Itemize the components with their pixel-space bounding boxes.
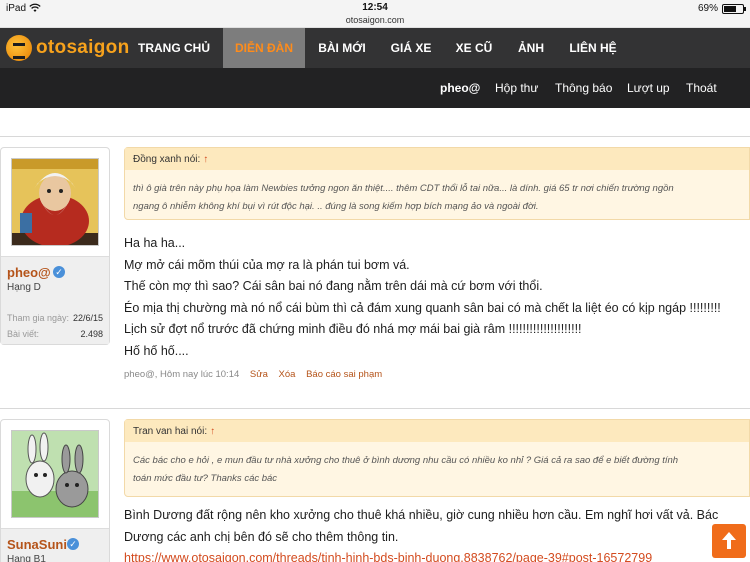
- post-meta: pheo@, Hôm nay lúc 10:14 Sửa Xóa Báo cáo…: [124, 369, 382, 380]
- message-line: Hố hố hố....: [124, 343, 189, 358]
- battery-icon: [722, 4, 746, 14]
- joined-value: 22/6/15: [72, 313, 103, 323]
- thread-link[interactable]: https://www.otosaigon.com/threads/tinh-h…: [124, 548, 750, 562]
- quote-body: Các bác cho e hỏi , e mun đầu tư nhà xưở…: [125, 442, 749, 498]
- edit-link[interactable]: Sửa: [250, 369, 268, 380]
- nav-trang-chu[interactable]: TRANG CHỦ: [128, 28, 220, 68]
- nav-gia-xe[interactable]: GIÁ XE: [380, 28, 442, 68]
- message-line: Éo mịa thị chường mà nó nổ cái bùm thì c…: [124, 300, 721, 315]
- message-line: Ha ha ha...: [124, 236, 186, 250]
- ups-link[interactable]: Lượt up: [627, 81, 670, 95]
- battery-percent: 69%: [697, 3, 718, 14]
- user-info-details: SunaSuni ✓ Hạng B1: [1, 528, 109, 562]
- nav-xe-cu[interactable]: XE CŨ: [446, 28, 502, 68]
- nav-bai-moi[interactable]: BÀI MỚI: [308, 28, 376, 68]
- quote-author: Đồng xanh nói:: [133, 154, 201, 165]
- quote-block: Đồng xanh nói: ↑ thì ô già trên này phụ h…: [124, 147, 750, 220]
- post-message: Ha ha ha... Mợ mở cái mõm thúi của mợ ra…: [124, 233, 750, 362]
- scroll-to-top-button[interactable]: [712, 524, 746, 558]
- joined-row: Tham gia ngày: 22/6/15: [7, 313, 103, 323]
- address-bar-url[interactable]: otosaigon.com: [0, 15, 750, 25]
- account-nav: pheo@ Hộp thư Thông báo Lượt up Thoát: [0, 68, 750, 108]
- inbox-link[interactable]: Hộp thư: [495, 81, 538, 95]
- nav-anh[interactable]: ẢNH: [506, 28, 556, 68]
- quote-header: Đồng xanh nói: ↑: [125, 148, 749, 170]
- post-count-value: 2.498: [80, 329, 103, 339]
- nav-dien-dan[interactable]: DIỄN ĐÀN: [223, 28, 305, 68]
- poster-username[interactable]: pheo@: [7, 265, 51, 280]
- report-link[interactable]: Báo cáo sai phạm: [306, 369, 382, 380]
- avatar[interactable]: [11, 430, 99, 518]
- message-line: Dương các anh chị bên đó sẽ cho thêm thô…: [124, 529, 399, 544]
- poster-username[interactable]: SunaSuni: [7, 537, 67, 552]
- user-info-box: pheo@ ✓ Hạng D Tham gia ngày: 22/6/15 Bà…: [0, 147, 110, 345]
- account-username[interactable]: pheo@: [440, 81, 480, 95]
- user-info-box: SunaSuni ✓ Hạng B1: [0, 419, 110, 562]
- logo-text: otosaigon: [36, 37, 130, 58]
- quote-line: toán mức đầu tư? Thanks các bác: [133, 473, 278, 484]
- forum-post: pheo@ ✓ Hạng D Tham gia ngày: 22/6/15 Bà…: [0, 136, 750, 400]
- nav-lien-he[interactable]: LIÊN HỆ: [560, 28, 626, 68]
- post-count-row: Bài viết: 2.498: [7, 329, 103, 339]
- post-info: pheo@, Hôm nay lúc 10:14: [124, 369, 240, 380]
- verified-badge-icon: ✓: [67, 538, 79, 550]
- message-line: Bình Dương đất rộng nên kho xưởng cho th…: [124, 508, 719, 522]
- quote-body: thì ô già trên này phụ họa làm Newbies t…: [125, 170, 749, 226]
- quote-block: Tran van hai nói: ↑ Các bác cho e hỏi , e…: [124, 419, 750, 497]
- quote-line: thì ô già trên này phụ họa làm Newbies t…: [133, 183, 674, 194]
- post-count-label: Bài viết:: [7, 329, 40, 339]
- main-nav: otosaigon TRANG CHỦ DIỄN ĐÀN BÀI MỚI GIÁ…: [0, 28, 750, 68]
- quote-line: ngang ô nhiễm không khí bụi vì rút độc h…: [133, 201, 539, 212]
- post-message: Bình Dương đất rộng nên kho xưởng cho th…: [124, 505, 750, 562]
- jump-to-quote-icon[interactable]: ↑: [203, 154, 208, 165]
- quote-author: Tran van hai nói:: [133, 426, 208, 437]
- notifications-link[interactable]: Thông báo: [555, 81, 612, 95]
- clock: 12:54: [362, 2, 388, 13]
- message-line: Thế còn mợ thì sao? Cái sân bai nó đang …: [124, 279, 543, 293]
- forum-post: SunaSuni ✓ Hạng B1 Tran van hai nói: ↑ Cá…: [0, 408, 750, 562]
- verified-badge-icon: ✓: [53, 266, 65, 278]
- quote-line: Các bác cho e hỏi , e mun đầu tư nhà xưở…: [133, 455, 679, 466]
- avatar[interactable]: [11, 158, 99, 246]
- poster-rank: Hạng B1: [7, 554, 46, 562]
- poster-rank: Hạng D: [7, 282, 41, 293]
- ios-status-bar: iPad 12:54 otosaigon.com 69%: [0, 0, 750, 28]
- message-line: Mợ mở cái mõm thúi của mợ ra là phán tui…: [124, 257, 410, 272]
- logo-mark-icon: [6, 35, 32, 61]
- quote-header: Tran van hai nói: ↑: [125, 420, 749, 442]
- user-info-details: pheo@ ✓ Hạng D Tham gia ngày: 22/6/15 Bà…: [1, 256, 109, 344]
- message-line: Lịch sử đợt nổ trước đã chứng minh điều …: [124, 322, 582, 336]
- logout-link[interactable]: Thoát: [686, 81, 717, 95]
- jump-to-quote-icon[interactable]: ↑: [210, 426, 215, 437]
- delete-link[interactable]: Xóa: [279, 369, 296, 380]
- site-logo[interactable]: otosaigon: [6, 34, 129, 62]
- joined-label: Tham gia ngày:: [7, 313, 70, 323]
